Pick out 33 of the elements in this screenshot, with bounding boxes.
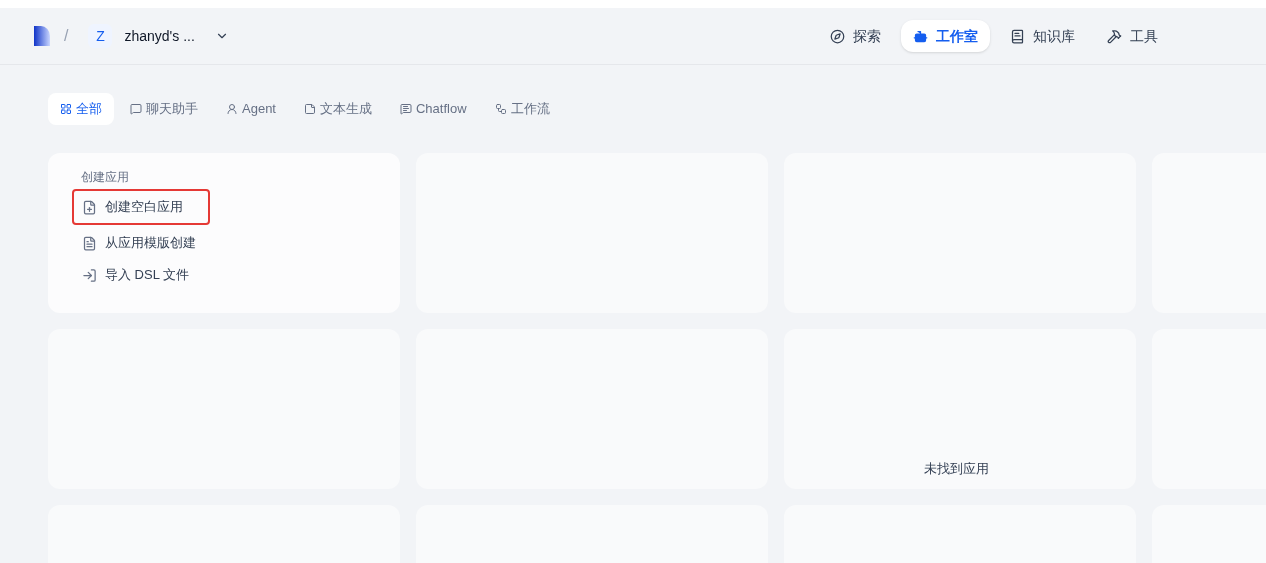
chat-bubble-icon (400, 103, 412, 115)
logo-icon[interactable] (32, 25, 52, 47)
workflow-icon (494, 103, 507, 115)
person-icon (226, 103, 238, 115)
filter-tab[interactable]: 全部 (48, 93, 114, 125)
filter-tab[interactable]: 工作流 (482, 93, 562, 125)
create-option[interactable]: 创建空白应用 (72, 189, 210, 225)
note-icon (304, 103, 316, 115)
compass-icon (830, 28, 845, 44)
robot-icon (913, 28, 928, 44)
empty-state-message: 未找到应用 (924, 460, 989, 478)
hammer-icon (1107, 28, 1122, 44)
workspace-name: zhanyd's ... (124, 27, 195, 46)
document-icon (82, 235, 97, 251)
nav-tab[interactable]: 工具 (1095, 20, 1170, 52)
create-option[interactable]: 从应用模版创建 (72, 229, 210, 257)
book-icon (1010, 28, 1025, 44)
chat-bubble-icon (130, 103, 142, 115)
filter-tab[interactable]: Agent (214, 93, 288, 125)
nav-tab[interactable]: 探索 (818, 20, 893, 52)
filter-tab[interactable]: 文本生成 (292, 93, 384, 125)
import-icon (82, 267, 97, 283)
grid-icon (60, 103, 72, 115)
nav-tab[interactable]: 工作室 (901, 20, 990, 52)
breadcrumb-separator: / (64, 26, 69, 46)
create-option[interactable]: 导入 DSL 文件 (72, 261, 210, 289)
workspace-switcher[interactable]: Z zhanyd's ... (80, 20, 237, 52)
filter-tab[interactable]: Chatflow (388, 93, 479, 125)
nav-tab[interactable]: 知识库 (998, 20, 1087, 52)
card-title: 创建应用 (81, 169, 130, 185)
workspace-avatar: Z (88, 24, 113, 48)
file-plus-icon (82, 199, 97, 215)
filter-tab[interactable]: 聊天助手 (118, 93, 210, 125)
